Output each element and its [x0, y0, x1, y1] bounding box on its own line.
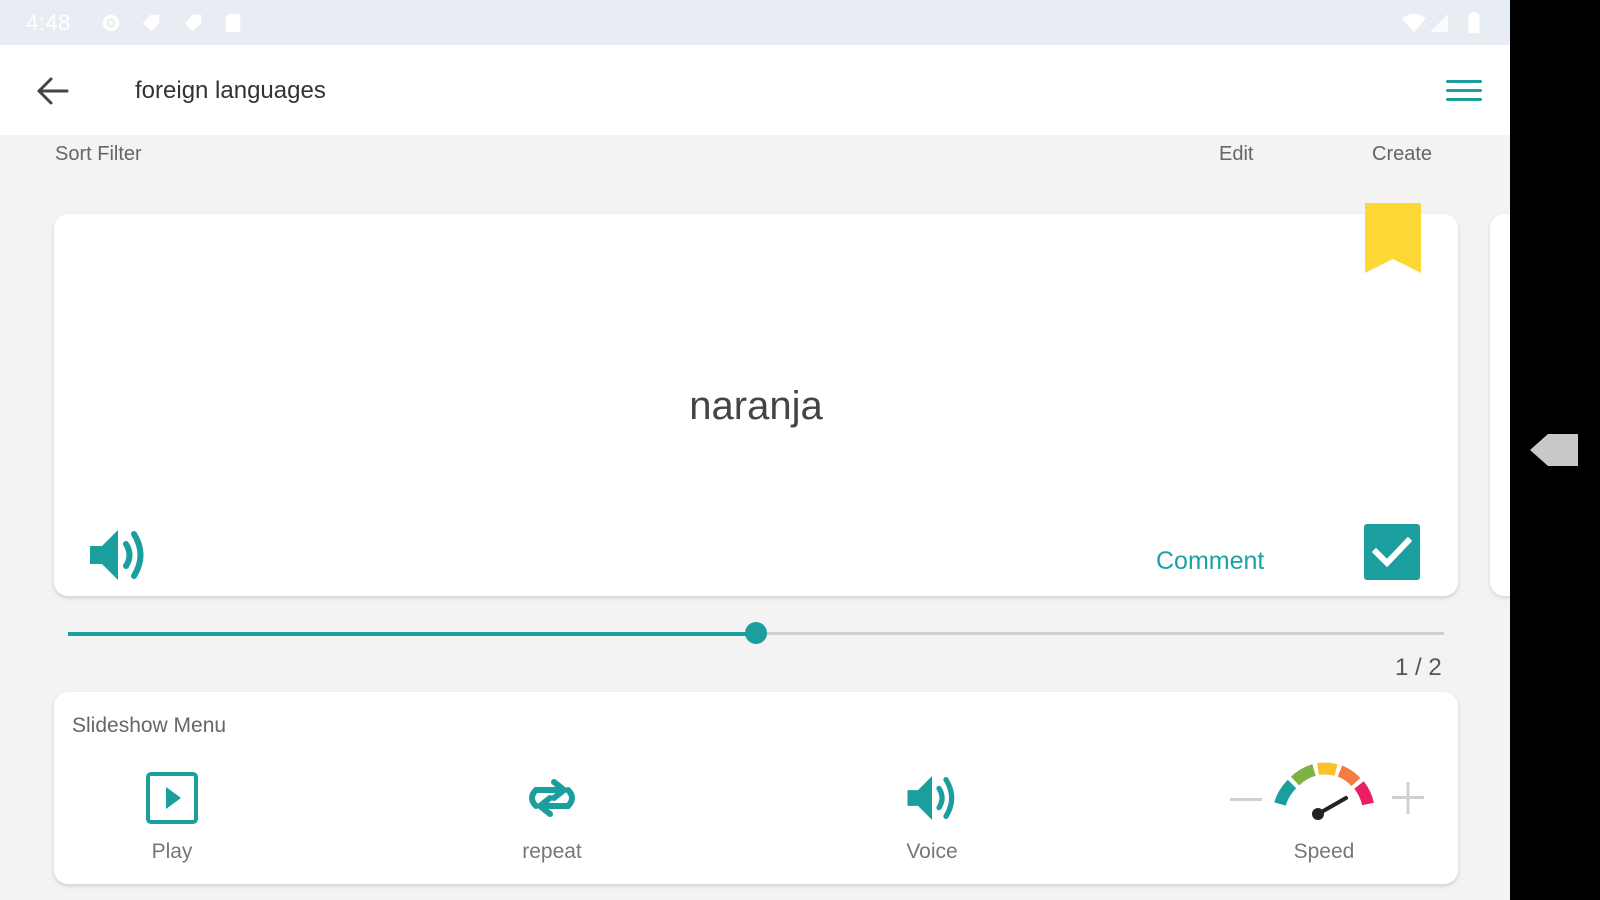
back-button[interactable]	[30, 69, 74, 113]
play-icon	[146, 772, 198, 824]
flash-card[interactable]: naranja Comment	[54, 214, 1458, 596]
slideshow-menu-title: Slideshow Menu	[72, 714, 227, 737]
sort-filter-button[interactable]: Sort Filter	[55, 143, 142, 166]
speed-label: Speed	[1293, 840, 1355, 863]
slider-thumb[interactable]	[745, 622, 767, 644]
tag-icon	[142, 14, 160, 32]
signal-icon	[1429, 13, 1449, 33]
voice-label: Voice	[906, 840, 958, 863]
page-title: foreign languages	[135, 77, 326, 104]
page-counter: 1 / 2	[1395, 654, 1442, 681]
play-button[interactable]: Play	[112, 770, 232, 880]
minus-icon[interactable]	[1226, 780, 1266, 820]
create-button[interactable]: Create	[1372, 143, 1432, 166]
arrow-left-icon	[37, 77, 69, 105]
known-checkbox[interactable]	[1364, 524, 1420, 580]
app-screen: 4:48 foreign languages Sort Filter Edit …	[0, 0, 1510, 900]
voice-button[interactable]: Voice	[872, 770, 992, 880]
comment-button[interactable]: Comment	[1156, 547, 1264, 576]
slideshow-menu: Slideshow Menu Play repeat Voice Speed	[54, 692, 1458, 884]
card-progress-slider[interactable]	[68, 622, 1444, 646]
edit-button[interactable]: Edit	[1219, 143, 1253, 166]
hamburger-menu-icon	[1446, 80, 1482, 101]
play-label: Play	[151, 840, 193, 863]
menu-button[interactable]	[1440, 69, 1488, 113]
repeat-button[interactable]: repeat	[492, 770, 612, 880]
next-card-peek[interactable]	[1490, 214, 1510, 596]
repeat-icon	[529, 779, 575, 817]
speaker-icon[interactable]	[86, 524, 150, 586]
repeat-label: repeat	[522, 840, 582, 863]
nav-back-icon[interactable]	[1528, 430, 1580, 470]
sd-card-icon	[225, 13, 241, 33]
gear-icon	[102, 14, 120, 32]
speaker-icon	[907, 776, 955, 820]
tag-icon	[184, 14, 202, 32]
status-time: 4:48	[26, 10, 71, 35]
app-bar: foreign languages	[0, 45, 1510, 135]
plus-icon[interactable]	[1388, 778, 1428, 818]
card-word: naranja	[689, 384, 823, 428]
slider-fill	[68, 632, 756, 636]
speedometer-icon[interactable]	[1266, 754, 1382, 826]
battery-icon	[1468, 12, 1480, 34]
check-icon	[1372, 536, 1412, 568]
bookmark-icon[interactable]	[1365, 203, 1421, 273]
wifi-icon	[1402, 13, 1426, 33]
status-bar: 4:48	[0, 0, 1510, 45]
